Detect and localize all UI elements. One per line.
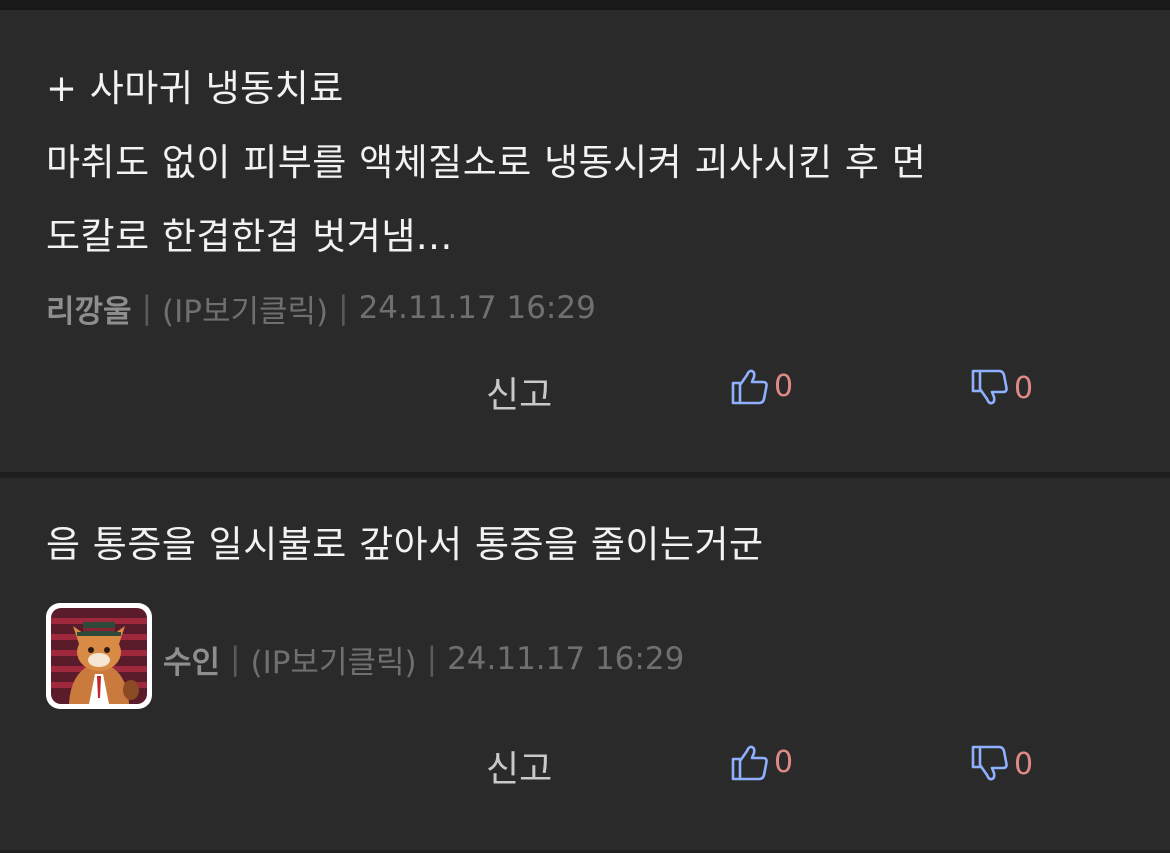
report-button[interactable]: 신고	[486, 740, 552, 792]
like-count: 0	[774, 744, 794, 780]
meta-separator: |	[230, 641, 241, 677]
ip-view-link[interactable]: (IP보기클릭)	[251, 637, 417, 682]
meta-separator: |	[338, 290, 349, 326]
dislike-count: 0	[1014, 370, 1034, 406]
meta-separator: |	[426, 641, 438, 677]
thumbs-up-icon	[730, 742, 770, 782]
dislike-button[interactable]: 0	[970, 368, 1033, 408]
like-button[interactable]: 0	[730, 742, 793, 782]
comment-body-line: 음 통증을 일시불로 갚아서 통증을 줄이는거군	[46, 523, 764, 566]
avatar-image	[51, 608, 147, 704]
top-bar	[0, 0, 1170, 10]
like-count: 0	[774, 368, 794, 404]
thumbs-down-icon	[970, 368, 1010, 408]
thumbs-down-icon	[970, 744, 1010, 784]
dislike-count: 0	[1014, 746, 1034, 782]
comment-timestamp: 24.11.17 16:29	[447, 641, 685, 677]
comment-timestamp: 24.11.17 16:29	[358, 290, 596, 326]
dislike-button[interactable]: 0	[970, 744, 1033, 784]
comment-meta: 수인 | (IP보기클릭) | 24.11.17 16:29	[163, 637, 685, 682]
meta-separator: |	[141, 290, 153, 326]
like-button[interactable]: 0	[730, 366, 793, 406]
comment-author[interactable]: 수인	[163, 637, 220, 682]
report-button[interactable]: 신고	[486, 366, 552, 418]
ip-view-link[interactable]: (IP보기클릭)	[162, 286, 328, 331]
comment-body-line: + 사마귀 냉동치료	[46, 67, 344, 110]
comment-body-line: 도칼로 한겹한겹 벗겨냄...	[46, 215, 453, 258]
avatar[interactable]	[46, 603, 152, 709]
comment-meta: 리깡울 | (IP보기클릭) | 24.11.17 16:29	[46, 286, 596, 331]
comment-body: + 사마귀 냉동치료 마취도 없이 피부를 액체질소로 냉동시켜 괴사시킨 후 …	[46, 52, 926, 274]
comment-author[interactable]: 리깡울	[46, 286, 132, 331]
comment-body-line: 마취도 없이 피부를 액체질소로 냉동시켜 괴사시킨 후 면	[46, 141, 927, 184]
comment-body: 음 통증을 일시불로 갚아서 통증을 줄이는거군	[46, 508, 764, 582]
thumbs-up-icon	[730, 366, 770, 406]
